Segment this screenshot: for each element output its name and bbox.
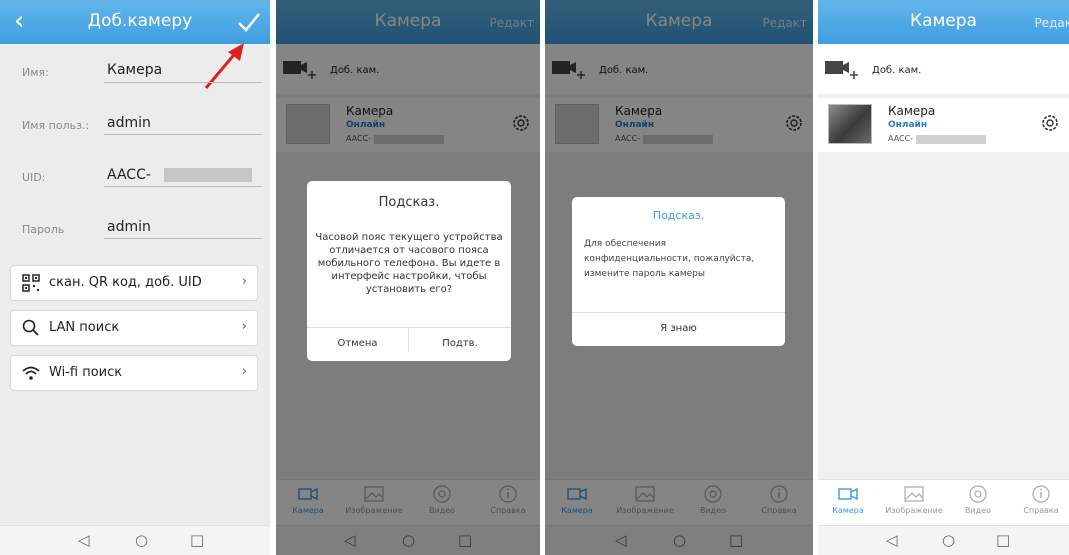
username-label: Имя польз.:	[22, 119, 90, 132]
chevron-right-icon: ›	[241, 274, 247, 289]
dialog-buttons: Отмена Подтв.	[307, 327, 511, 361]
uid-value[interactable]: AACC-	[107, 167, 151, 183]
divider	[104, 134, 262, 135]
username-field[interactable]: Имя польз.: admin	[0, 101, 270, 153]
cancel-button[interactable]: Отмена	[307, 328, 409, 352]
bottom-tab-bar: Камера Изображение Видео Справка	[818, 479, 1069, 525]
tab-images[interactable]: Изображение	[884, 480, 944, 515]
camera-name: Камера	[888, 104, 936, 118]
wifi-search-button[interactable]: Wi-fi поиск ›	[10, 355, 258, 391]
system-nav-bar: ◁ ○ □	[818, 525, 1069, 555]
acknowledge-button[interactable]: Я знаю	[572, 323, 785, 334]
dialog-buttons: Я знаю	[572, 312, 785, 346]
tab-help-label: Справка	[1023, 506, 1059, 515]
nav-back-icon[interactable]: ◁	[78, 531, 90, 549]
wifi-search-label: Wi-fi поиск	[49, 365, 123, 380]
nav-home-icon[interactable]: ○	[942, 531, 955, 549]
nav-home-icon[interactable]: ○	[135, 531, 148, 549]
page-title: Камера	[910, 11, 977, 31]
tab-camera[interactable]: Камера	[818, 480, 878, 515]
page-title: Доб.камеру	[87, 11, 193, 31]
camera-tab-icon	[838, 487, 858, 501]
chevron-right-icon: ›	[241, 319, 247, 334]
lan-search-label: LAN поиск	[49, 320, 120, 335]
camera-status: Онлайн	[888, 120, 928, 130]
qr-code-icon	[22, 274, 40, 292]
add-camera-icon	[825, 61, 858, 79]
checkmark-icon[interactable]	[236, 10, 262, 34]
tab-video-label: Видео	[964, 506, 992, 515]
camera-uid: AACC-	[888, 134, 914, 143]
header-bar: Камера Редакт	[818, 0, 1069, 44]
qr-scan-label: скан. QR код, доб. UID	[49, 275, 202, 290]
video-tab-icon	[969, 485, 987, 503]
tab-camera-label: Камера	[832, 506, 864, 515]
chevron-right-icon: ›	[241, 364, 247, 379]
dialog-title: Подсказ.	[378, 195, 440, 210]
divider	[104, 238, 262, 239]
edit-button[interactable]: Редакт	[1034, 16, 1069, 30]
wifi-icon	[22, 366, 40, 380]
username-value[interactable]: admin	[107, 115, 151, 131]
uid-redaction	[164, 168, 252, 182]
password-label: Пароль	[22, 223, 65, 236]
search-icon	[22, 319, 39, 336]
tab-images-label: Изображение	[885, 506, 943, 515]
header-bar: ‹ Доб.камеру	[0, 0, 270, 44]
tab-help[interactable]: Справка	[1011, 480, 1069, 515]
name-value[interactable]: Камера	[107, 62, 162, 78]
camera-list-timezone-screen: Камера Редакт Доб. кам. Камера Онлайн AA…	[276, 0, 540, 555]
timezone-dialog: Подсказ. Часовой пояс текущего устройств…	[307, 181, 511, 361]
info-tab-icon	[1032, 485, 1050, 503]
system-nav-bar: ◁ ○ □	[0, 525, 270, 555]
camera-card[interactable]: Камера Онлайн AACC-	[818, 98, 1069, 152]
camera-list-password-screen: Камера Редакт Доб. кам. Камера Онлайн AA…	[545, 0, 813, 555]
password-dialog: Подсказ. Для обеспечения конфиденциально…	[572, 197, 785, 346]
nav-back-icon[interactable]: ◁	[886, 531, 898, 549]
password-field[interactable]: Пароль admin	[0, 205, 270, 257]
uid-redaction	[916, 135, 986, 144]
nav-recent-icon[interactable]: □	[996, 531, 1010, 549]
add-camera-screen: ‹ Доб.камеру Имя: Камера Имя польз.: adm…	[0, 0, 270, 555]
divider	[104, 186, 262, 187]
name-field[interactable]: Имя: Камера	[0, 48, 270, 100]
camera-thumbnail	[828, 104, 872, 144]
dialog-message: Часовой пояс текущего устройства отличае…	[315, 232, 503, 295]
divider	[104, 82, 262, 83]
nav-recent-icon[interactable]: □	[190, 531, 204, 549]
qr-scan-button[interactable]: скан. QR код, доб. UID ›	[10, 265, 258, 301]
image-tab-icon	[904, 486, 924, 502]
password-value[interactable]: admin	[107, 219, 151, 235]
lan-search-button[interactable]: LAN поиск ›	[10, 310, 258, 346]
uid-label: UID:	[22, 171, 46, 184]
dialog-message: Для обеспечения конфиденциальности, пожа…	[584, 239, 755, 279]
gear-icon[interactable]	[1039, 112, 1061, 134]
dialog-title: Подсказ.	[652, 209, 705, 222]
name-label: Имя:	[22, 66, 49, 79]
tab-video[interactable]: Видео	[948, 480, 1008, 515]
add-camera-row[interactable]: Доб. кам.	[818, 44, 1069, 94]
add-camera-label: Доб. кам.	[872, 65, 922, 76]
camera-list-screen: Камера Редакт Доб. кам. Камера Онлайн AA…	[818, 0, 1069, 555]
confirm-button[interactable]: Подтв.	[409, 338, 511, 349]
